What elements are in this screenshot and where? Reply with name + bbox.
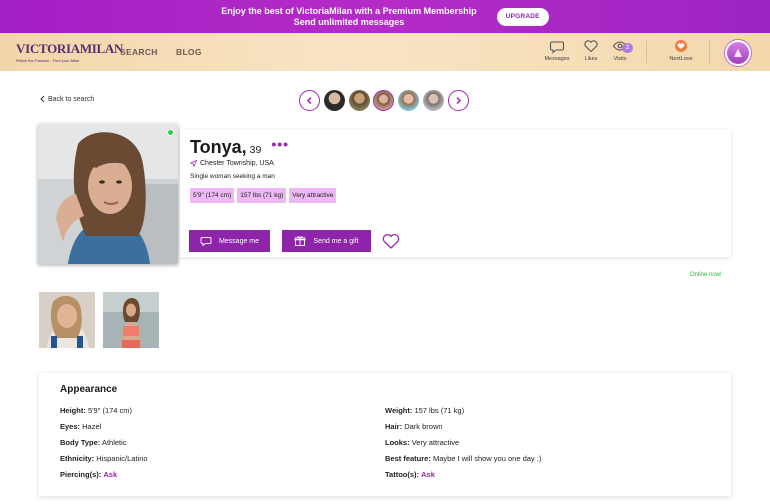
avatar-image [727, 42, 749, 64]
tag-weight: 157 lbs (71 kg) [237, 188, 287, 203]
online-indicator [167, 129, 174, 136]
gift-icon [294, 236, 306, 246]
location-text: Chester Township, USA [200, 160, 274, 167]
seeking-text: Single woman seeking a man [190, 173, 275, 180]
chat-bubble-icon [200, 237, 212, 247]
online-status: Online now! [690, 272, 722, 278]
attr-value: Athletic [101, 438, 127, 447]
chevron-right-icon [456, 96, 462, 105]
promo-line-1: Enjoy the best of VictoriaMilan with a P… [221, 5, 477, 16]
header-divider [646, 41, 647, 63]
chevron-left-icon [306, 96, 312, 105]
back-to-search-link[interactable]: Back to search [39, 95, 94, 103]
gallery-photo[interactable] [103, 292, 159, 348]
visits-label: Visits [613, 56, 627, 62]
attr-piercings: Piercing(s): Ask [60, 470, 117, 479]
attr-label: Eyes: [60, 422, 81, 431]
header-divider [709, 41, 710, 63]
carousel-profile-thumb[interactable] [423, 90, 444, 111]
profile-tags: 5'9" (174 cm) 157 lbs (71 kg) Very attra… [190, 188, 339, 203]
tag-height: 5'9" (174 cm) [190, 188, 235, 203]
send-gift-button[interactable]: Send me a gift [282, 230, 371, 252]
promo-banner: Enjoy the best of VictoriaMilan with a P… [0, 0, 770, 33]
visits-badge: 2 [622, 43, 633, 53]
attr-label: Looks: [385, 438, 410, 447]
chevron-left-icon [40, 95, 45, 103]
carousel-profile-thumb-active[interactable] [373, 90, 394, 111]
profile-location: Chester Township, USA [190, 160, 274, 167]
like-heart-icon[interactable] [381, 231, 401, 251]
logo-tagline: Relive the Passion - Find your Affair [16, 58, 80, 63]
attr-value: Very attractive [411, 438, 460, 447]
carousel-profile-thumb[interactable] [349, 90, 370, 111]
user-avatar[interactable] [724, 39, 752, 67]
attr-looks: Looks: Very attractive [385, 438, 459, 447]
attr-label: Height: [60, 406, 86, 415]
attr-ethnicity: Ethnicity: Hispanic/Latino [60, 454, 148, 463]
attr-label: Tattoo(s): [385, 470, 420, 479]
nav-search[interactable]: SEARCH [120, 47, 158, 57]
gallery-photo-image [103, 292, 159, 348]
carousel-profile-thumb[interactable] [324, 90, 345, 111]
profile-name: Tonya, [190, 137, 247, 157]
attr-label: Piercing(s): [60, 470, 102, 479]
appearance-section: Appearance Height: 5'9" (174 cm) Eyes: H… [39, 373, 731, 496]
message-me-label: Message me [218, 237, 260, 245]
likes-label: Likes [584, 56, 598, 62]
ask-tattoos-link[interactable]: Ask [421, 470, 435, 479]
profile-age: 39 [249, 144, 262, 156]
appearance-title: Appearance [60, 384, 118, 395]
attr-hair: Hair: Dark brown [385, 422, 443, 431]
attr-height: Height: 5'9" (174 cm) [60, 406, 132, 415]
more-options-button[interactable]: ••• [271, 136, 289, 152]
nextlove-label: NextLove [669, 56, 693, 62]
ask-piercings-link[interactable]: Ask [103, 470, 117, 479]
main-profile-photo[interactable] [38, 124, 178, 264]
attr-label: Weight: [385, 406, 413, 415]
upgrade-button[interactable]: UPGRADE [496, 7, 549, 26]
attr-label: Best feature: [385, 454, 431, 463]
nav-blog[interactable]: BLOG [176, 47, 202, 57]
attr-value: Maybe I will show you one day :) [432, 454, 542, 463]
attr-eyes: Eyes: Hazel [60, 422, 101, 431]
attr-best-feature: Best feature: Maybe I will show you one … [385, 454, 541, 463]
back-label: Back to search [48, 95, 95, 103]
tag-looks: Very attractive [289, 188, 337, 203]
nextlove-nav[interactable]: NextLove [661, 38, 701, 62]
attr-tattoos: Tattoo(s): Ask [385, 470, 435, 479]
profile-photo-image [38, 124, 178, 264]
top-header: VICTORIAMILAN Relive the Passion - Find … [0, 33, 770, 71]
carousel-profile-thumb[interactable] [398, 90, 419, 111]
gallery-photo[interactable] [39, 292, 95, 348]
attr-value: Hazel [82, 422, 102, 431]
heart-icon [584, 40, 598, 53]
attr-value: 157 lbs (71 kg) [414, 406, 465, 415]
location-arrow-icon [190, 160, 197, 167]
message-me-button[interactable]: Message me [189, 230, 270, 252]
attr-value: 5'9" (174 cm) [87, 406, 133, 415]
promo-line-2: Send unlimited messages [293, 16, 405, 27]
logo[interactable]: VICTORIAMILAN Relive the Passion - Find … [16, 41, 123, 63]
chat-bubble-icon [549, 41, 565, 54]
messages-label: Messages [544, 56, 570, 62]
carousel-prev-button[interactable] [299, 90, 320, 111]
visits-nav[interactable]: 2 Visits [600, 38, 640, 62]
attr-label: Ethnicity: [60, 454, 95, 463]
name-row: Tonya, 39 ••• [190, 136, 289, 158]
attr-body-type: Body Type: Athletic [60, 438, 127, 447]
attr-label: Body Type: [60, 438, 101, 447]
send-gift-label: Send me a gift [313, 237, 359, 245]
promo-text: Enjoy the best of VictoriaMilan with a P… [221, 6, 476, 28]
logo-text: VICTORIAMILAN [16, 41, 124, 56]
gallery-photo-image [39, 292, 95, 348]
attr-value: Dark brown [404, 422, 443, 431]
attr-value: Hispanic/Latino [96, 454, 148, 463]
user-silhouette-icon [734, 48, 742, 57]
attr-label: Hair: [385, 422, 403, 431]
nextlove-icon [675, 40, 687, 52]
carousel-next-button[interactable] [448, 90, 469, 111]
attr-weight: Weight: 157 lbs (71 kg) [385, 406, 464, 415]
profile-info-card: Tonya, 39 ••• Chester Township, USA Sing… [180, 129, 731, 257]
